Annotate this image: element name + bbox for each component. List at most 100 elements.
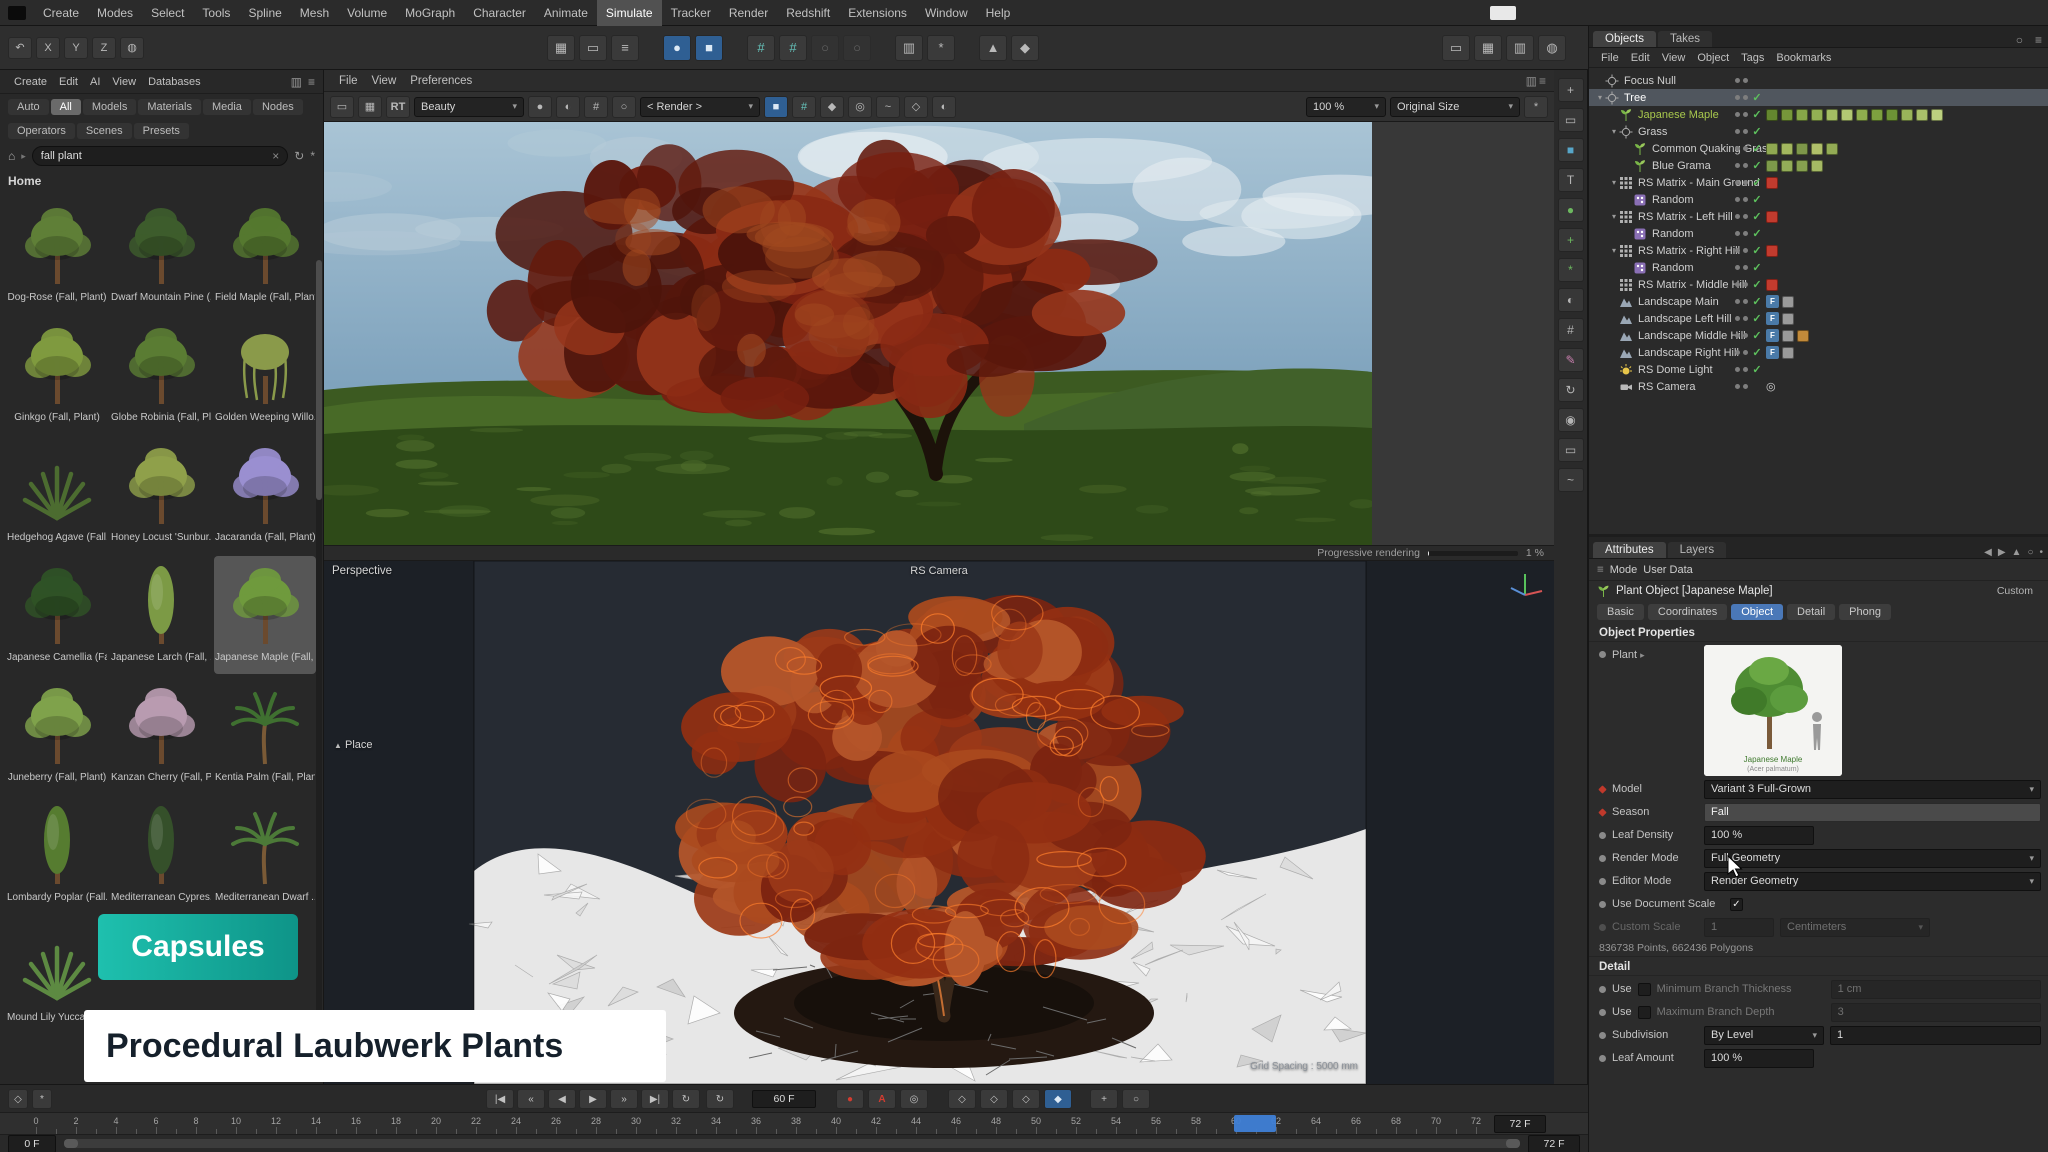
asset-tile-golden-weeping-willo[interactable]: Golden Weeping Willo... [214, 316, 316, 434]
material-tag[interactable] [1811, 109, 1823, 121]
field-tag[interactable]: F [1766, 346, 1779, 359]
object-row-rs-camera[interactable]: RS Camera◎ [1589, 378, 2048, 395]
editor-visibility-dot[interactable] [1735, 248, 1740, 253]
material-tag[interactable] [1826, 143, 1838, 155]
render-visibility-dot[interactable] [1743, 180, 1748, 185]
object-row-japanese-maple[interactable]: Japanese Maple✓ [1589, 106, 2048, 123]
material-tag[interactable] [1901, 109, 1913, 121]
menu-extensions[interactable]: Extensions [839, 0, 916, 26]
editor-mode-select[interactable]: Render Geometry▾ [1704, 872, 2041, 891]
object-row-tree[interactable]: ▾Tree✓ [1589, 89, 2048, 106]
expand-icon[interactable]: ▾ [1609, 212, 1619, 221]
material-tag[interactable] [1781, 143, 1793, 155]
om-menu-icon[interactable]: ≡ [2029, 33, 2048, 47]
menu-tools[interactable]: Tools [193, 0, 239, 26]
object-row-focus-null[interactable]: Focus Null [1589, 72, 2048, 89]
expand-icon[interactable]: ▾ [1609, 178, 1619, 187]
om-search-icon[interactable]: ○ [2012, 33, 2027, 47]
asset-tile-kanzan-cherry-fall-pl[interactable]: Kanzan Cherry (Fall, Pl... [110, 676, 212, 794]
slate-tool-icon[interactable]: ▭ [1558, 438, 1584, 462]
object-row-random[interactable]: Random✓ [1589, 225, 2048, 242]
previous-key-button[interactable]: « [517, 1089, 545, 1109]
record-icon[interactable]: ● [836, 1089, 864, 1109]
editor-visibility-dot[interactable] [1735, 350, 1740, 355]
compare-icon[interactable]: ◐ [556, 96, 580, 118]
render-visibility-dot[interactable] [1743, 78, 1748, 83]
om-menu-object[interactable]: Object [1691, 48, 1735, 68]
panel-tab-attributes[interactable]: Attributes [1593, 542, 1666, 558]
custom-scale-field[interactable]: 1 [1704, 918, 1774, 937]
editor-visibility-dot[interactable] [1735, 282, 1740, 287]
material-tag[interactable] [1886, 109, 1898, 121]
attr-tab-coordinates[interactable]: Coordinates [1648, 604, 1727, 620]
layout-1-icon[interactable]: ▭ [1442, 35, 1470, 61]
hatch-tool-icon[interactable]: # [1558, 318, 1584, 342]
editor-visibility-dot[interactable] [1735, 299, 1740, 304]
material-tag[interactable] [1797, 330, 1809, 342]
world-coords-icon[interactable]: ◍ [120, 37, 144, 59]
back-icon[interactable]: ◀ [1984, 547, 1992, 558]
render-region-icon[interactable]: ▭ [579, 35, 607, 61]
render-visibility-dot[interactable] [1743, 299, 1748, 304]
frame-icon[interactable]: ○ [612, 96, 636, 118]
menu-select[interactable]: Select [142, 0, 193, 26]
redshift-matrix-tag[interactable] [1766, 245, 1778, 257]
quantize-icon[interactable]: # [779, 35, 807, 61]
asset-tile-jacaranda-fall-plant[interactable]: Jacaranda (Fall, Plant) [214, 436, 316, 554]
asset-tile-juneberry-fall-plant[interactable]: Juneberry (Fall, Plant) [6, 676, 108, 794]
render-visibility-dot[interactable] [1743, 282, 1748, 287]
field-tag[interactable]: F [1766, 312, 1779, 325]
leaf-amount-field[interactable]: 100 % [1704, 1049, 1814, 1068]
render-visibility-dot[interactable] [1743, 163, 1748, 168]
filter-tab-media[interactable]: Media [203, 99, 251, 115]
star-icon[interactable]: ◆ [820, 96, 844, 118]
undo-icon[interactable]: ↶ [8, 37, 32, 59]
menu-mesh[interactable]: Mesh [291, 0, 338, 26]
asset-tile-mediterranean-cypres[interactable]: Mediterranean Cypres... [110, 796, 212, 914]
menu-window[interactable]: Window [916, 0, 977, 26]
object-row-landscape-left-hill[interactable]: Landscape Left Hill✓F [1589, 310, 2048, 327]
asset-scrollbar[interactable] [316, 260, 322, 1080]
material-tag[interactable] [1871, 109, 1883, 121]
redshift-matrix-tag[interactable] [1766, 177, 1778, 189]
refresh-icon[interactable]: ↻ [294, 149, 304, 163]
mixer-icon[interactable]: ▥ [895, 35, 923, 61]
grid-icon[interactable]: # [584, 96, 608, 118]
attr-search-icon[interactable]: ○ [2027, 547, 2033, 558]
forward-icon[interactable]: ▶ [1998, 547, 2006, 558]
lock-icon[interactable]: • [2039, 547, 2043, 558]
size-select[interactable]: Original Size▾ [1390, 97, 1520, 117]
render-visibility-dot[interactable] [1743, 316, 1748, 321]
filter-tab-nodes[interactable]: Nodes [253, 99, 303, 115]
ruler-icon[interactable]: ~ [876, 96, 900, 118]
vp-option-icon[interactable]: ▥ [1526, 74, 1537, 88]
disabled-tool2-icon[interactable]: ○ [843, 35, 871, 61]
render-visibility-dot[interactable] [1743, 146, 1748, 151]
editor-visibility-dot[interactable] [1735, 129, 1740, 134]
playhead[interactable] [1234, 1115, 1276, 1132]
menu-spline[interactable]: Spline [239, 0, 290, 26]
editor-visibility-dot[interactable] [1735, 265, 1740, 270]
menu-create[interactable]: Create [34, 0, 88, 26]
current-frame-field[interactable]: 60 F [752, 1090, 816, 1108]
object-row-rs-matrix-main-ground[interactable]: ▾RS Matrix - Main Ground✓ [1589, 174, 2048, 191]
render-visibility-dot[interactable] [1743, 231, 1748, 236]
attr-tab-phong[interactable]: Phong [1839, 604, 1891, 620]
editor-visibility-dot[interactable] [1735, 197, 1740, 202]
object-row-rs-matrix-right-hill[interactable]: ▾RS Matrix - Right Hill✓ [1589, 242, 2048, 259]
custom-scale-unit-select[interactable]: Centimeters▾ [1780, 918, 1930, 937]
object-row-random[interactable]: Random✓ [1589, 191, 2048, 208]
expand-icon[interactable]: ▾ [1609, 246, 1619, 255]
viewport-menu-preferences[interactable]: Preferences [403, 70, 479, 92]
om-menu-view[interactable]: View [1656, 48, 1692, 68]
object-row-landscape-main[interactable]: Landscape Main✓F [1589, 293, 2048, 310]
enabled-check-icon[interactable]: ✓ [1751, 193, 1763, 206]
editor-visibility-dot[interactable] [1735, 146, 1740, 151]
render-settings-icon[interactable]: ≡ [611, 35, 639, 61]
assets-menu-create[interactable]: Create [8, 70, 53, 94]
material-tag[interactable] [1766, 109, 1778, 121]
render-visibility-dot[interactable] [1743, 350, 1748, 355]
field-tag[interactable]: F [1766, 329, 1779, 342]
filter-tab-models[interactable]: Models [83, 99, 136, 115]
home-icon[interactable]: ⌂ [8, 149, 15, 163]
